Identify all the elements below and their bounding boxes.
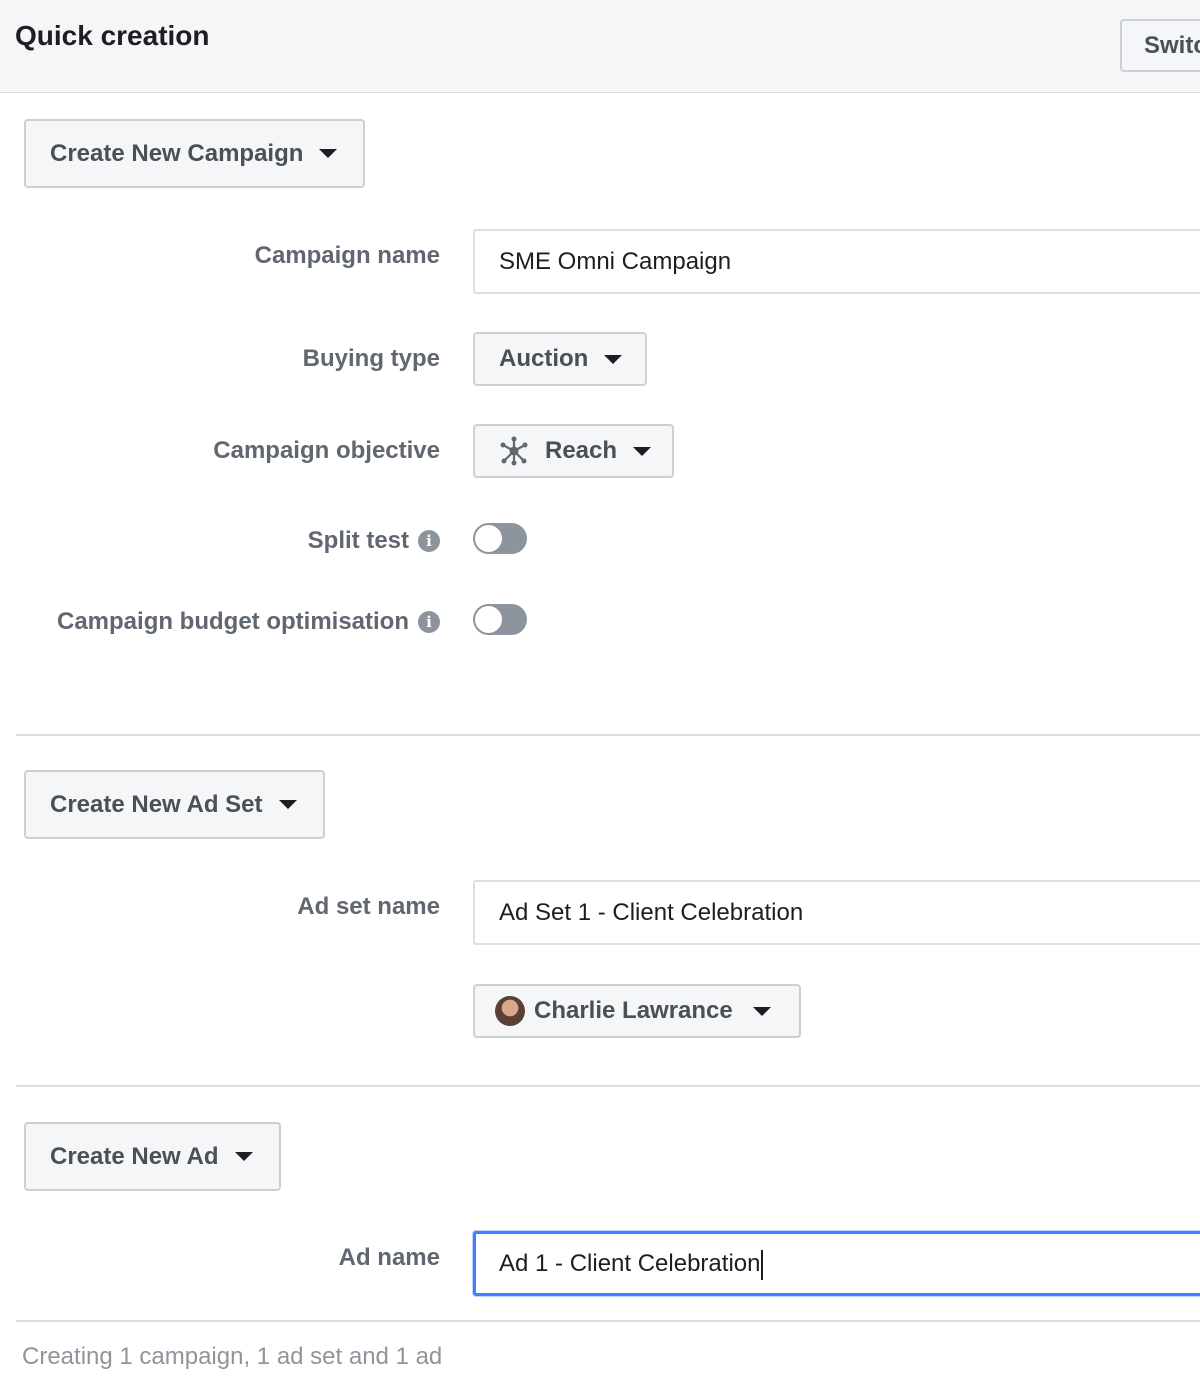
chevron-down-icon <box>278 800 297 809</box>
avatar <box>495 996 525 1026</box>
buying-type-label: Buying type <box>302 345 440 372</box>
section-divider <box>16 734 1200 736</box>
campaign-objective-label: Campaign objective <box>213 437 440 464</box>
ad-set-name-input[interactable]: Ad Set 1 - Client Celebration <box>473 880 1200 945</box>
info-icon[interactable]: i <box>418 611 440 633</box>
reach-icon <box>500 436 528 466</box>
campaign-name-label: Campaign name <box>254 242 440 269</box>
create-new-campaign-label: Create New Campaign <box>50 139 304 167</box>
page-selector-value: Charlie Lawrance <box>534 997 733 1024</box>
chevron-down-icon <box>234 1152 253 1161</box>
chevron-down-icon <box>633 446 652 456</box>
ad-name-label: Ad name <box>338 1244 440 1271</box>
toggle-knob <box>475 525 502 552</box>
footer-divider <box>16 1320 1200 1322</box>
section-divider <box>16 1085 1200 1087</box>
split-test-label: Split test i <box>308 525 440 557</box>
create-new-ad-set-label: Create New Ad Set <box>50 790 263 818</box>
create-new-ad-set-button[interactable]: Create New Ad Set <box>24 770 325 839</box>
buying-type-dropdown[interactable]: Auction <box>473 332 647 386</box>
split-test-text: Split test <box>307 527 409 554</box>
switch-button[interactable]: Switch <box>1120 19 1200 72</box>
campaign-budget-optimisation-toggle[interactable] <box>473 604 527 635</box>
create-new-ad-button[interactable]: Create New Ad <box>24 1122 281 1191</box>
dialog-title: Quick creation <box>15 20 210 51</box>
create-new-campaign-button[interactable]: Create New Campaign <box>24 119 365 188</box>
create-new-ad-label: Create New Ad <box>50 1142 219 1170</box>
text-cursor <box>761 1249 764 1280</box>
campaign-objective-value: Reach <box>545 437 618 464</box>
quick-creation-dialog: Quick creation Switch Create New Campaig… <box>0 0 1200 1395</box>
chevron-down-icon <box>604 354 623 364</box>
ad-name-value: Ad 1 - Client Celebration <box>499 1250 761 1277</box>
buying-type-value: Auction <box>499 345 589 372</box>
dialog-header: Quick creation Switch <box>0 0 1200 93</box>
info-icon[interactable]: i <box>418 530 440 552</box>
campaign-budget-optimisation-text: Campaign budget optimisation <box>57 608 409 635</box>
split-test-toggle[interactable] <box>473 523 527 554</box>
chevron-down-icon <box>319 149 338 158</box>
page-selector-dropdown[interactable]: Charlie Lawrance <box>473 984 801 1038</box>
campaign-name-input[interactable]: SME Omni Campaign <box>473 229 1200 294</box>
ad-name-input[interactable]: Ad 1 - Client Celebration <box>473 1231 1200 1296</box>
campaign-objective-dropdown[interactable]: Reach <box>473 424 674 478</box>
ad-set-name-label: Ad set name <box>297 893 440 920</box>
chevron-down-icon <box>752 1006 771 1016</box>
campaign-budget-optimisation-label: Campaign budget optimisation i <box>57 606 440 638</box>
toggle-knob <box>475 606 502 633</box>
creation-summary: Creating 1 campaign, 1 ad set and 1 ad <box>22 1343 443 1370</box>
